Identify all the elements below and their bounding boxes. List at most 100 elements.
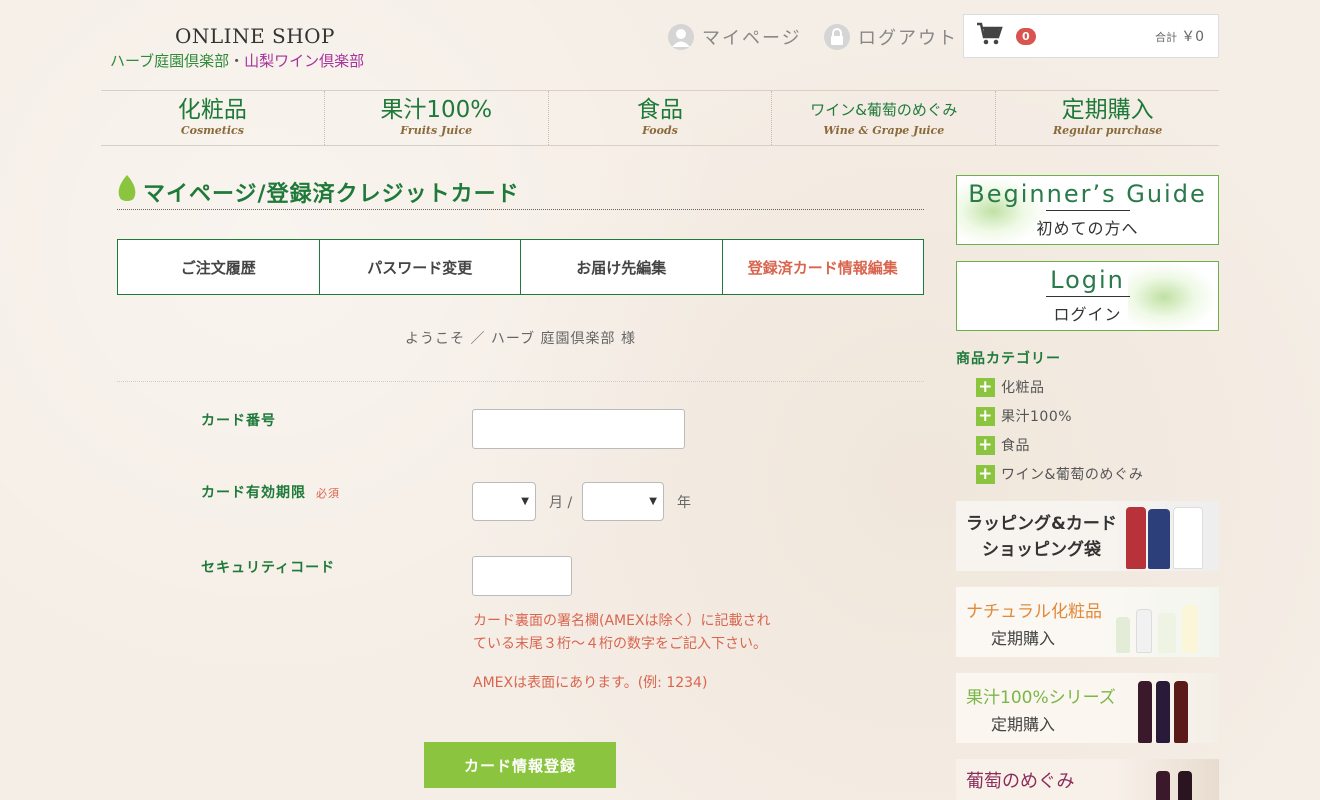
- natural-cosmetics-line1: ナチュラル化粧品: [966, 602, 1102, 622]
- logo-separator: ・: [229, 52, 245, 70]
- nav-item-fruits-juice[interactable]: 果汁100% Fruits Juice: [325, 91, 549, 145]
- nav-label-en: Fruits Juice: [400, 124, 473, 137]
- register-card-button[interactable]: カード情報登録: [424, 742, 616, 788]
- nav-label-jp: 化粧品: [177, 97, 247, 123]
- site-logo[interactable]: ONLINE SHOP ハーブ庭園倶楽部・山梨ワイン倶楽部: [110, 24, 400, 71]
- login-title-jp: ログイン: [1053, 305, 1122, 324]
- wine-bottle-image: [1156, 771, 1170, 800]
- card-number-input[interactable]: [472, 409, 685, 449]
- cart-total-value: ￥0: [1181, 29, 1204, 45]
- amex-note: AMEXは表面にあります。(例: 1234): [473, 675, 708, 691]
- login-title-en: Login: [1050, 266, 1125, 294]
- logo-subtitle: ハーブ庭園倶楽部・山梨ワイン倶楽部: [110, 50, 400, 71]
- expiry-label-text: カード有効期限: [201, 485, 306, 501]
- main-nav: 化粧品 Cosmetics 果汁100% Fruits Juice 食品 Foo…: [101, 90, 1219, 146]
- user-icon: [668, 24, 694, 50]
- gift-box-image: [1173, 507, 1203, 569]
- juice-series-line1: 果汁100%シリーズ: [966, 688, 1116, 708]
- nav-label-jp: 果汁100%: [380, 97, 493, 123]
- expiry-month-select[interactable]: ▼: [472, 482, 536, 521]
- nav-item-cosmetics[interactable]: 化粧品 Cosmetics: [101, 91, 325, 145]
- cart-total-label: 合計: [1155, 31, 1178, 44]
- nav-label-jp: 食品: [636, 97, 683, 123]
- tab-password-change[interactable]: パスワード変更: [320, 240, 521, 294]
- logout-link[interactable]: ログアウト: [824, 24, 958, 50]
- beginners-guide-banner[interactable]: Beginner’s Guide 初めての方へ: [956, 175, 1219, 245]
- nav-label-en: Foods: [642, 124, 678, 137]
- wrapping-banner-text: ラッピング&カード ショッピング袋: [966, 511, 1117, 563]
- wrapping-banner-line1: ラッピング&カード: [966, 514, 1117, 534]
- category-item-wine-grape[interactable]: + ワイン&葡萄のめぐみ: [976, 464, 1143, 484]
- year-unit: 年: [677, 495, 691, 511]
- cart-icon: [976, 22, 1004, 50]
- page-title-text: マイページ/登録済クレジットカード: [143, 182, 520, 207]
- guide-title-en: Beginner’s Guide: [968, 180, 1207, 208]
- security-note-line2: ている末尾３桁～４桁の数字をご記入下さい。: [473, 636, 767, 652]
- chevron-down-icon: ▼: [521, 496, 529, 507]
- category-item-foods[interactable]: + 食品: [976, 435, 1030, 455]
- security-code-note: カード裏面の署名欄(AMEXは除く）に記載され ている末尾３桁～４桁の数字をご記…: [473, 610, 823, 656]
- security-code-input[interactable]: [472, 556, 572, 596]
- nav-item-wine-grape[interactable]: ワイン&葡萄のめぐみ Wine & Grape Juice: [772, 91, 997, 145]
- cosmetic-bottle-image: [1136, 609, 1152, 653]
- cart-widget[interactable]: 0 合計 ￥0: [963, 14, 1219, 58]
- nav-label-en: Regular purchase: [1052, 124, 1163, 137]
- month-unit: 月 /: [549, 495, 573, 511]
- nav-item-regular-purchase[interactable]: 定期購入 Regular purchase: [996, 91, 1219, 145]
- nav-label-en: Cosmetics: [180, 124, 244, 137]
- mypage-label: マイページ: [702, 28, 802, 49]
- expiry-year-select[interactable]: ▼: [582, 482, 664, 521]
- plus-icon: +: [976, 377, 995, 397]
- grape-blessing-banner[interactable]: 葡萄のめぐみ: [956, 759, 1219, 800]
- category-title: 商品カテゴリー: [956, 351, 1061, 367]
- divider: [117, 381, 924, 382]
- card-number-label: カード番号: [201, 413, 276, 429]
- gift-box-image: [1126, 507, 1146, 569]
- nav-label-jp: ワイン&葡萄のめぐみ: [810, 101, 958, 119]
- expiry-label: カード有効期限 必須: [201, 482, 340, 502]
- cosmetic-bottle-image: [1182, 605, 1198, 653]
- cart-count-badge: 0: [1016, 27, 1036, 45]
- category-item-fruits-juice[interactable]: + 果汁100%: [976, 406, 1072, 426]
- guide-underline: [1045, 210, 1130, 211]
- juice-series-line2: 定期購入: [991, 715, 1056, 734]
- logo-wine-club: 山梨ワイン倶楽部: [244, 52, 365, 70]
- guide-title-jp: 初めての方へ: [1036, 219, 1139, 238]
- tab-address-edit[interactable]: お届け先編集: [521, 240, 723, 294]
- category-label: ワイン&葡萄のめぐみ: [1001, 467, 1144, 483]
- cosmetic-bottle-image: [1116, 617, 1130, 653]
- wrapping-banner[interactable]: ラッピング&カード ショッピング袋: [956, 501, 1219, 571]
- tab-order-history[interactable]: ご注文履歴: [118, 240, 320, 294]
- nav-label-jp: 定期購入: [1061, 97, 1154, 123]
- logo-title: ONLINE SHOP: [174, 24, 336, 48]
- juice-bottle-image: [1156, 681, 1170, 743]
- leaf-icon: [118, 175, 136, 201]
- tab-card-edit[interactable]: 登録済カード情報編集: [723, 240, 924, 294]
- natural-cosmetics-banner[interactable]: ナチュラル化粧品 定期購入: [956, 587, 1219, 657]
- category-label: 食品: [1001, 438, 1030, 454]
- plus-icon: +: [976, 464, 995, 484]
- lock-icon: [824, 24, 850, 50]
- natural-cosmetics-line2: 定期購入: [991, 629, 1056, 648]
- juice-series-banner[interactable]: 果汁100%シリーズ 定期購入: [956, 673, 1219, 743]
- login-banner[interactable]: Login ログイン: [956, 261, 1219, 331]
- login-underline: [1045, 296, 1130, 297]
- category-label: 化粧品: [1001, 380, 1045, 396]
- cart-total: 合計 ￥0: [1155, 26, 1204, 46]
- juice-bottle-image: [1174, 681, 1188, 743]
- juice-bottle-image: [1138, 681, 1152, 743]
- security-code-label: セキュリティコード: [201, 560, 336, 576]
- mypage-link[interactable]: マイページ: [668, 24, 802, 50]
- logo-herb-club: ハーブ庭園倶楽部: [110, 52, 230, 70]
- security-note-line1: カード裏面の署名欄(AMEXは除く）に記載され: [473, 613, 771, 629]
- wine-bottle-image: [1178, 771, 1192, 800]
- gift-box-image: [1148, 509, 1170, 569]
- cosmetic-bottle-image: [1158, 613, 1176, 653]
- grape-blessing-line1: 葡萄のめぐみ: [966, 771, 1075, 792]
- page-title: マイページ/登録済クレジットカード: [117, 174, 924, 210]
- logout-label: ログアウト: [858, 28, 958, 49]
- category-item-cosmetics[interactable]: + 化粧品: [976, 377, 1045, 397]
- nav-label-en: Wine & Grape Juice: [823, 124, 945, 137]
- plus-icon: +: [976, 406, 995, 426]
- nav-item-foods[interactable]: 食品 Foods: [549, 91, 773, 145]
